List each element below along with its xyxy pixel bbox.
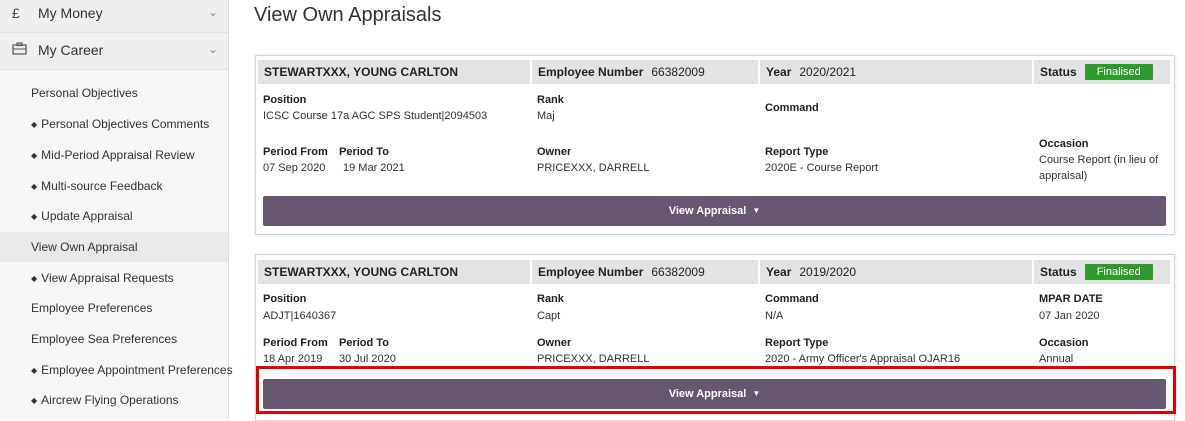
owner-value: PRICEXXX, DARRELL bbox=[537, 353, 650, 365]
sidebar-item-label: Mid-Period Appraisal Review bbox=[41, 148, 195, 162]
sidebar-item-label: Aircrew Flying Operations bbox=[41, 393, 179, 407]
sidebar-section-my-money[interactable]: £ My Money ⌄ bbox=[0, 0, 228, 33]
sidebar-item-label: View Own Appraisal bbox=[31, 240, 138, 254]
position-value: ICSC Course 17a AGC SPS Student|2094503 bbox=[263, 110, 488, 122]
sidebar-item-employee-sea-preferences[interactable]: Employee Sea Preferences bbox=[0, 324, 228, 354]
sidebar-item-label: Multi-source Feedback bbox=[41, 179, 163, 193]
occasion-label: Occasion bbox=[1039, 337, 1089, 349]
sidebar-item-personal-objectives-comments[interactable]: ◆ Personal Objectives Comments bbox=[0, 109, 228, 139]
report-type-value: 2020E - Course Report bbox=[765, 162, 879, 174]
status-badge: Finalised bbox=[1084, 264, 1153, 280]
period-from-label: Period From bbox=[263, 337, 328, 349]
sidebar-item-view-own-appraisal[interactable]: View Own Appraisal bbox=[0, 232, 228, 262]
chevron-down-icon: ⌄ bbox=[207, 5, 218, 19]
sidebar-item-label: Personal Objectives bbox=[31, 86, 138, 100]
sidebar-item-label: Personal Objectives Comments bbox=[41, 117, 210, 131]
sidebar-item-aircrew-flying-operations[interactable]: ◆ Aircrew Flying Operations bbox=[0, 385, 228, 415]
sidebar-item-label: Update Appraisal bbox=[41, 209, 133, 223]
owner-label: Owner bbox=[537, 146, 572, 158]
command-label: Command bbox=[765, 293, 819, 305]
employee-name: STEWARTXXX, YOUNG CARLTON bbox=[258, 60, 530, 84]
sidebar-item-update-appraisal[interactable]: ◆ Update Appraisal bbox=[0, 201, 228, 231]
sidebar-item-label: Employee Sea Preferences bbox=[31, 332, 178, 346]
caret-down-icon: ▼ bbox=[752, 206, 761, 215]
sidebar: £ My Money ⌄ My Career ⌄ Personal Object… bbox=[0, 0, 233, 419]
sidebar-item-multi-source-feedback[interactable]: ◆ Multi-source Feedback bbox=[0, 171, 228, 201]
sidebar-section-my-career[interactable]: My Career ⌄ bbox=[0, 33, 228, 70]
period-from-value: 07 Sep 2020 bbox=[263, 162, 326, 174]
bullet-icon: ◆ bbox=[31, 396, 38, 405]
bullet-icon: ◆ bbox=[31, 151, 38, 160]
rank-value: Maj bbox=[537, 110, 555, 122]
rank-label: Rank bbox=[537, 293, 564, 305]
status-badge: Finalised bbox=[1084, 64, 1153, 80]
rank-label: Rank bbox=[537, 94, 564, 106]
sidebar-section-label: My Money bbox=[38, 5, 103, 21]
period-from-label: Period From bbox=[263, 146, 328, 158]
report-type-label: Report Type bbox=[765, 146, 829, 158]
sidebar-item-mid-period-appraisal-review[interactable]: ◆ Mid-Period Appraisal Review bbox=[0, 140, 228, 170]
position-label: Position bbox=[263, 293, 307, 305]
page-title: View Own Appraisals bbox=[254, 4, 442, 26]
sidebar-item-label: View Appraisal Requests bbox=[41, 271, 174, 285]
sidebar-section-label: My Career bbox=[38, 42, 104, 58]
chevron-down-icon: ⌄ bbox=[207, 42, 218, 56]
sidebar-item-employee-appointment-preferences[interactable]: ◆ Employee Appointment Preferences bbox=[0, 355, 233, 385]
command-value: N/A bbox=[765, 310, 784, 322]
year: Year 2019/2020 bbox=[760, 260, 1032, 284]
year: Year 2020/2021 bbox=[760, 60, 1032, 84]
mpar-date-label: MPAR DATE bbox=[1039, 293, 1103, 305]
position-label: Position bbox=[263, 94, 307, 106]
sidebar-item-label: Employee Preferences bbox=[31, 301, 153, 315]
sidebar-item-view-appraisal-requests[interactable]: ◆ View Appraisal Requests bbox=[0, 263, 228, 293]
employee-number: Employee Number 66382009 bbox=[532, 60, 758, 84]
report-type-label: Report Type bbox=[765, 337, 829, 349]
command-label: Command bbox=[765, 102, 819, 114]
employee-number: Employee Number 66382009 bbox=[532, 260, 758, 284]
sidebar-item-label: Employee Appointment Preferences bbox=[41, 363, 233, 377]
owner-label: Owner bbox=[537, 337, 572, 349]
period-to-label: Period To bbox=[339, 337, 389, 349]
status: Status Finalised bbox=[1034, 60, 1170, 84]
occasion-label: Occasion bbox=[1039, 138, 1089, 150]
rank-value: Capt bbox=[537, 310, 561, 322]
bullet-icon: ◆ bbox=[31, 212, 38, 221]
bullet-icon: ◆ bbox=[31, 274, 38, 283]
view-appraisal-button[interactable]: View Appraisal ▼ bbox=[263, 196, 1166, 226]
bullet-icon: ◆ bbox=[31, 366, 38, 375]
occasion-value: Course Report (in lieu of appraisal) bbox=[1039, 154, 1159, 182]
bullet-icon: ◆ bbox=[31, 182, 38, 191]
period-to-value: 30 Jul 2020 bbox=[339, 353, 396, 365]
position-value: ADJT|1640367 bbox=[263, 310, 337, 322]
period-from-value: 18 Apr 2019 bbox=[263, 353, 323, 365]
highlight-box bbox=[256, 366, 1176, 414]
bullet-icon: ◆ bbox=[31, 120, 38, 129]
status: Status Finalised bbox=[1034, 260, 1170, 284]
sidebar-item-personal-objectives[interactable]: Personal Objectives bbox=[0, 78, 228, 108]
occasion-value: Annual bbox=[1039, 353, 1074, 365]
owner-value: PRICEXXX, DARRELL bbox=[537, 162, 650, 174]
report-type-value: 2020 - Army Officer's Appraisal OJAR16 bbox=[765, 353, 961, 365]
employee-name: STEWARTXXX, YOUNG CARLTON bbox=[258, 260, 530, 284]
mpar-date-value: 07 Jan 2020 bbox=[1039, 310, 1100, 322]
period-to-value: 19 Mar 2021 bbox=[343, 162, 405, 174]
briefcase-icon bbox=[12, 42, 27, 58]
pound-icon: £ bbox=[12, 5, 20, 21]
sidebar-item-employee-preferences[interactable]: Employee Preferences bbox=[0, 293, 228, 323]
period-to-label: Period To bbox=[339, 146, 389, 158]
